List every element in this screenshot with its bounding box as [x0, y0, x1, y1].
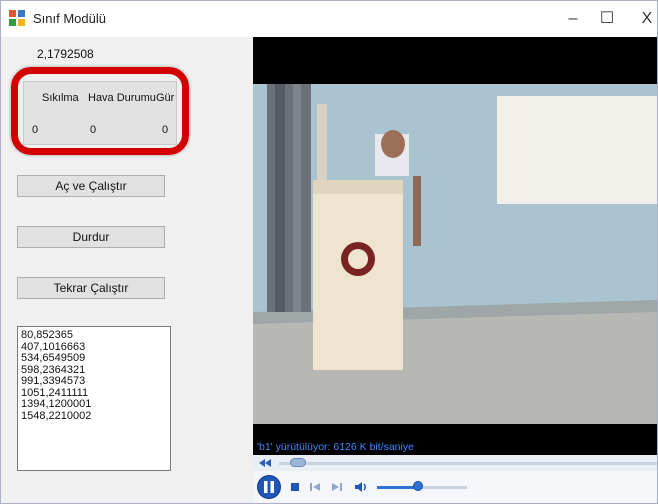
maximize-button[interactable]: ☐	[587, 5, 627, 33]
restart-button[interactable]: Tekrar Çalıştır	[17, 277, 165, 299]
seek-handle[interactable]	[290, 458, 306, 467]
volume-icon[interactable]	[353, 479, 369, 495]
start-button[interactable]: Aç ve Çalıştır	[17, 175, 165, 197]
media-player[interactable]: 'b1' yürütülüyor: 6126 K bit/saniye	[253, 37, 657, 503]
pause-button[interactable]	[257, 475, 281, 499]
volume-track-rest[interactable]	[418, 486, 467, 489]
list-item[interactable]: 1394,1200001	[21, 398, 167, 411]
next-icon[interactable]	[329, 479, 345, 495]
rewind-icon[interactable]	[259, 459, 271, 467]
app-window-icon	[9, 10, 25, 26]
seek-bar[interactable]	[253, 455, 657, 471]
top-value-label: 2,1792508	[37, 47, 94, 61]
playback-status-text: 'b1' yürütülüyor: 6126 K bit/saniye	[257, 441, 414, 453]
list-item[interactable]: 80,852365	[21, 329, 167, 342]
list-item[interactable]: 991,3394573	[21, 375, 167, 388]
list-item[interactable]: 534,6549509	[21, 352, 167, 365]
seek-track[interactable]	[279, 462, 657, 465]
player-controls	[253, 471, 657, 503]
window-title: Sınıf Modülü	[33, 11, 106, 26]
volume-track[interactable]	[377, 486, 418, 489]
title-bar: Sınıf Modülü – ☐ X	[1, 1, 657, 37]
list-item[interactable]: 1548,2210002	[21, 410, 167, 423]
stop-icon[interactable]	[287, 479, 303, 495]
close-button[interactable]: X	[627, 5, 658, 33]
app-window: Sınıf Modülü – ☐ X 2,1792508 Sıkılma Hav…	[0, 0, 658, 504]
volume-slider-knob[interactable]	[413, 481, 423, 491]
values-list[interactable]: 80,852365 407,1016663 534,6549509 598,23…	[17, 326, 171, 471]
highlight-annotation	[11, 67, 189, 155]
pause-icon	[264, 481, 274, 493]
video-frame[interactable]	[253, 84, 657, 424]
previous-icon[interactable]	[307, 479, 323, 495]
stop-button[interactable]: Durdur	[17, 226, 165, 248]
